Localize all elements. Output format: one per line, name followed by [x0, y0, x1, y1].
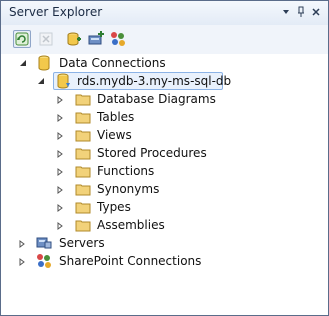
server-tree: Data Connections rds.mydb-3.my-ms-sql-db…: [1, 54, 328, 315]
tree-item-functions[interactable]: Functions: [97, 162, 154, 180]
connect-to-sharepoint-button[interactable]: [109, 30, 127, 48]
folder-icon: [75, 91, 91, 107]
tree-item-stored-procedures[interactable]: Stored Procedures: [97, 144, 207, 162]
folder-icon: [75, 217, 91, 233]
tree-item-database-diagrams[interactable]: Database Diagrams: [97, 90, 216, 108]
connect-database-icon: [67, 32, 81, 46]
window-position-dropdown-icon[interactable]: [279, 5, 293, 19]
folder-icon: [75, 127, 91, 143]
expand-tables-icon[interactable]: [55, 113, 65, 123]
collapse-data-connections-icon[interactable]: [18, 58, 28, 68]
expand-database-diagrams-icon[interactable]: [55, 95, 65, 105]
folder-icon: [75, 199, 91, 215]
refresh-button[interactable]: [13, 30, 31, 48]
stop-button[interactable]: [37, 30, 55, 48]
tree-item-views[interactable]: Views: [97, 126, 132, 144]
tree-item-sharepoint-connections[interactable]: SharePoint Connections: [59, 252, 201, 270]
folder-icon: [75, 163, 91, 179]
connect-to-database-button[interactable]: [65, 30, 83, 48]
window-title: Server Explorer: [9, 5, 103, 19]
tree-item-tables[interactable]: Tables: [97, 108, 134, 126]
stop-icon: [39, 32, 53, 46]
refresh-icon: [15, 32, 29, 46]
expand-types-icon[interactable]: [55, 203, 65, 213]
connection-label[interactable]: rds.mydb-3.my-ms-sql-db: [77, 72, 231, 90]
database-connection-icon: [56, 73, 72, 89]
server-icon: [36, 235, 52, 251]
database-icon: [36, 55, 52, 71]
close-icon[interactable]: [309, 5, 323, 19]
tree-item-assemblies[interactable]: Assemblies: [97, 216, 165, 234]
tree-item-synonyms[interactable]: Synonyms: [97, 180, 159, 198]
connect-server-icon: [88, 31, 104, 45]
server-explorer-window: Server Explorer Data Connections rds.myd…: [0, 0, 329, 316]
toolbar: [1, 25, 328, 55]
connect-to-server-button[interactable]: [87, 30, 105, 48]
tree-item-servers[interactable]: Servers: [59, 234, 105, 252]
expand-views-icon[interactable]: [55, 131, 65, 141]
expand-sharepoint-icon[interactable]: [17, 257, 27, 267]
expand-synonyms-icon[interactable]: [55, 185, 65, 195]
expand-functions-icon[interactable]: [55, 167, 65, 177]
sharepoint-icon: [36, 253, 52, 269]
title-bar[interactable]: Server Explorer: [1, 1, 328, 26]
connect-sharepoint-icon: [111, 32, 125, 46]
expand-stored-procedures-icon[interactable]: [55, 149, 65, 159]
auto-hide-pin-icon[interactable]: [294, 5, 308, 19]
collapse-connection-icon[interactable]: [36, 76, 46, 86]
folder-icon: [75, 109, 91, 125]
folder-icon: [75, 145, 91, 161]
data-connections-label[interactable]: Data Connections: [59, 54, 166, 72]
expand-assemblies-icon[interactable]: [55, 221, 65, 231]
folder-icon: [75, 181, 91, 197]
expand-servers-icon[interactable]: [17, 239, 27, 249]
tree-item-types[interactable]: Types: [97, 198, 131, 216]
